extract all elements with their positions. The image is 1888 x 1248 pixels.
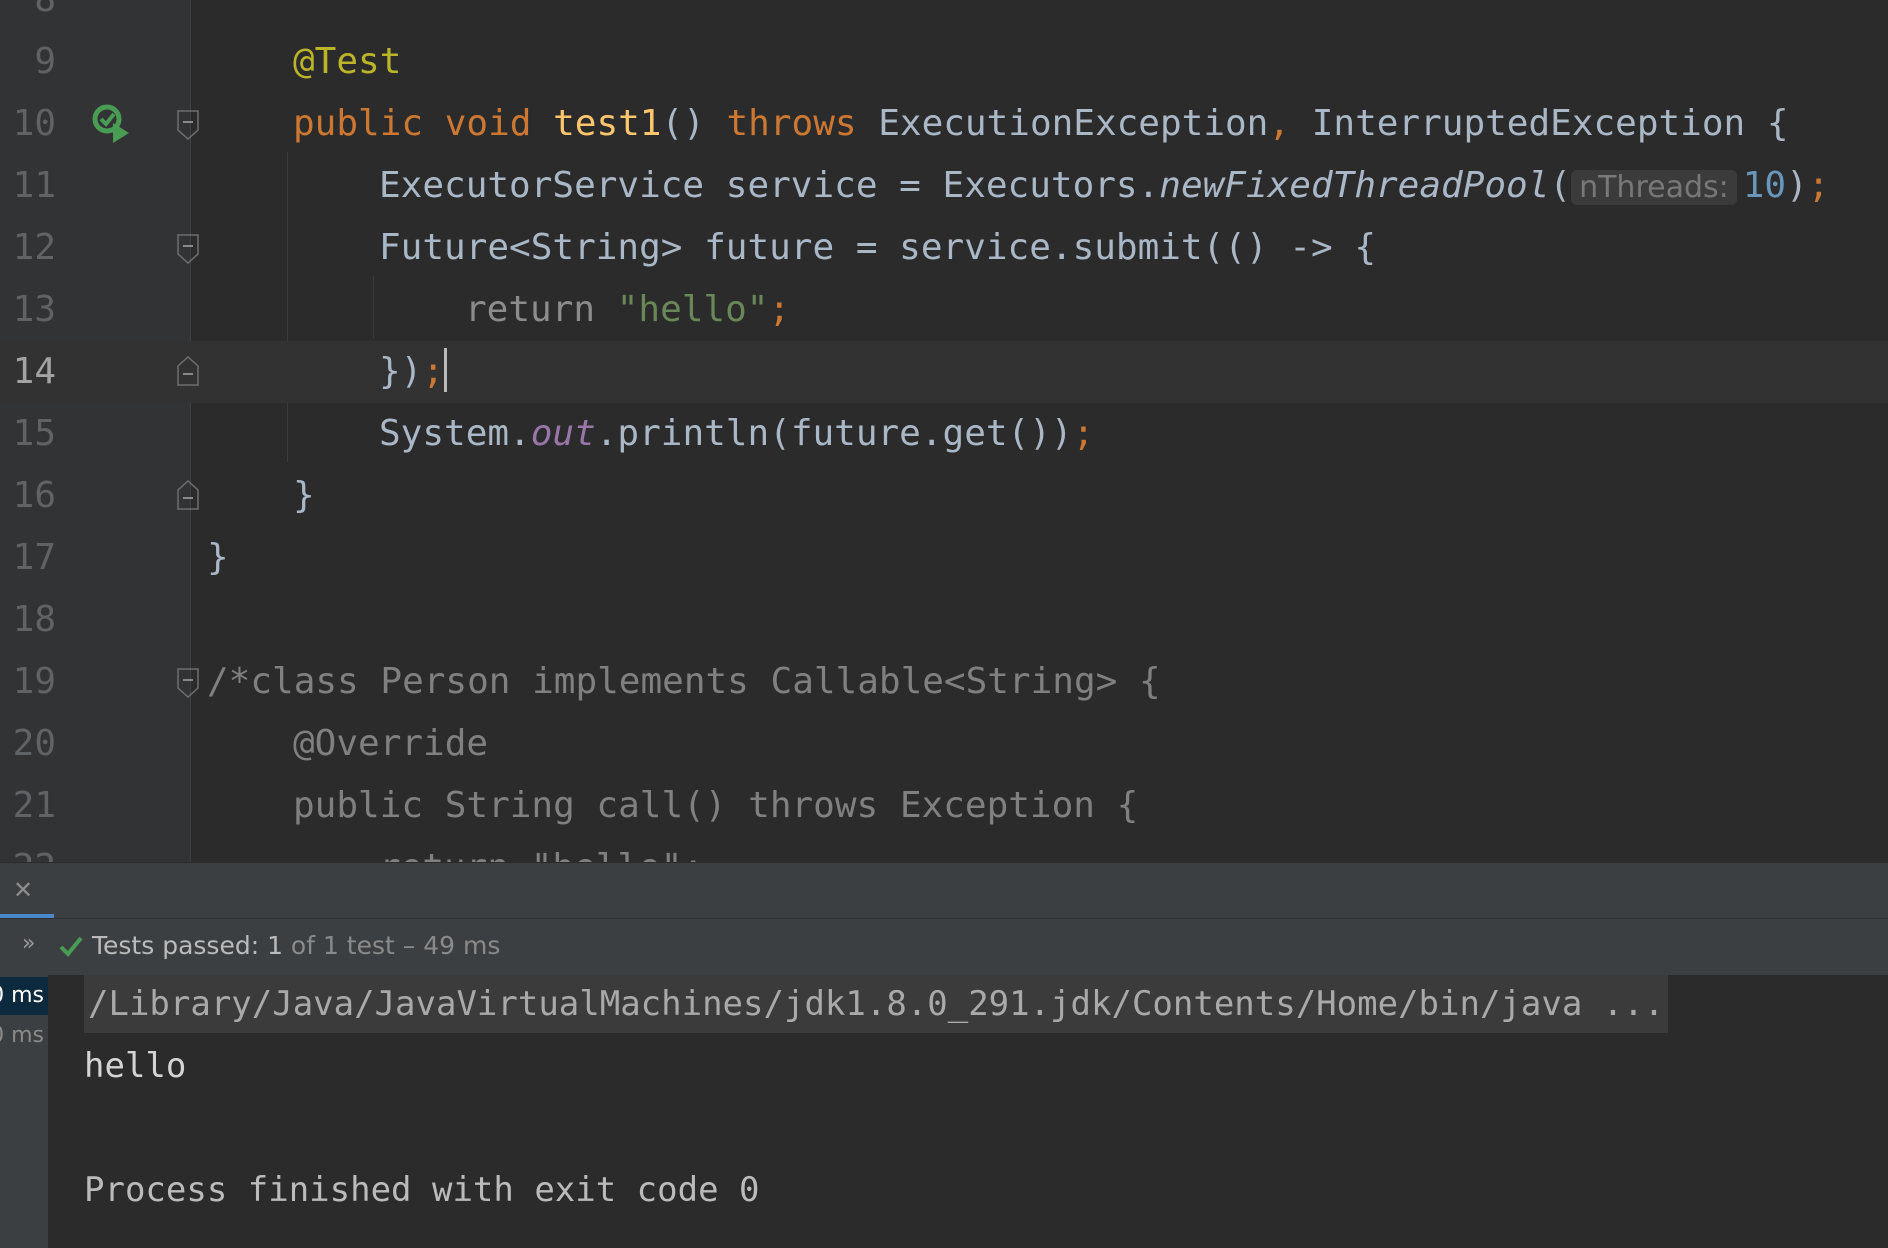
test-status-bar: » Tests passed: 1 of 1 test – 49 ms xyxy=(0,918,1888,976)
block-comment: /*class Person implements Callable<Strin… xyxy=(207,661,1161,702)
code-text: public void test1() throws ExecutionExce… xyxy=(293,93,1789,155)
fold-icon[interactable] xyxy=(177,234,199,264)
static-field: out xyxy=(530,413,596,454)
console-output[interactable]: /Library/Java/JavaVirtualMachines/jdk1.8… xyxy=(48,975,1888,1248)
line-number: 17 xyxy=(12,537,56,578)
line-number: 16 xyxy=(12,475,56,516)
method-name: test1 xyxy=(553,103,662,144)
keyword-return: return xyxy=(465,289,617,330)
code-text: @Test xyxy=(293,31,401,93)
block-comment: public String call() throws Exception { xyxy=(293,785,1139,826)
code-segment: ExecutorService service = Executors. xyxy=(379,165,1160,206)
line-number: 15 xyxy=(12,413,56,454)
open-paren: ( xyxy=(1549,165,1572,206)
code-text: }); xyxy=(379,341,448,403)
static-method: newFixedThreadPool xyxy=(1159,165,1550,206)
code-editor[interactable]: 8 9 @Test 10 public void test1() throws … xyxy=(0,0,1888,862)
code-segment: }) xyxy=(379,351,423,392)
code-line-22[interactable]: 22 return "hello"; xyxy=(0,837,1888,862)
passed-count: 1 xyxy=(267,931,283,960)
tree-item-root[interactable]: 0 ms xyxy=(0,977,48,1015)
exception-type: InterruptedException { xyxy=(1290,103,1789,144)
line-number: 19 xyxy=(12,661,56,702)
code-line-17[interactable]: 17 } xyxy=(0,527,1888,589)
block-comment: return "hello"; xyxy=(379,837,704,862)
keyword-throws: throws xyxy=(726,103,857,144)
code-line-19[interactable]: 19 /*class Person implements Callable<St… xyxy=(0,651,1888,713)
line-number: 18 xyxy=(12,599,56,640)
parameter-hint: nThreads: xyxy=(1571,170,1737,205)
line-number: 22 xyxy=(0,837,56,862)
tree-item-test[interactable]: 0 ms xyxy=(0,1017,48,1055)
code-line-20[interactable]: 20 @Override xyxy=(0,713,1888,775)
code-line-11[interactable]: 11 ExecutorService service = Executors.n… xyxy=(0,155,1888,217)
line-number: 8 xyxy=(0,0,56,31)
code-line-14[interactable]: 14 }); xyxy=(0,341,1888,403)
block-comment: @Override xyxy=(293,723,489,764)
code-line-9[interactable]: 9 @Test xyxy=(0,31,1888,93)
console-command-line[interactable]: /Library/Java/JavaVirtualMachines/jdk1.8… xyxy=(84,975,1669,1033)
code-segment: System. xyxy=(379,413,531,454)
check-icon xyxy=(59,936,83,957)
code-line-13[interactable]: 13 return "hello"; xyxy=(0,279,1888,341)
test-tree[interactable]: 0 ms 0 ms xyxy=(0,975,48,1248)
double-chevron-icon[interactable]: » xyxy=(22,931,35,956)
code-line-12[interactable]: 12 Future<String> future = service.submi… xyxy=(0,217,1888,279)
line-number: 21 xyxy=(12,785,56,826)
keyword: public void xyxy=(293,103,554,144)
comma: , xyxy=(1268,103,1291,144)
tests-passed-label: Tests passed: 1 of 1 test – 49 ms xyxy=(92,931,500,960)
semicolon: ; xyxy=(422,351,445,392)
code-text: } xyxy=(293,475,315,516)
line-number: 9 xyxy=(34,41,56,82)
fold-icon[interactable] xyxy=(177,668,199,698)
semicolon: ; xyxy=(768,289,791,330)
code-text: } xyxy=(207,537,229,578)
text-caret xyxy=(444,348,448,392)
test-annotation: @Test xyxy=(293,41,402,82)
line-number: 14 xyxy=(12,351,56,392)
code-text: ExecutorService service = Executors.newF… xyxy=(379,155,1829,219)
code-text: System.out.println(future.get()); xyxy=(379,403,1094,465)
code-text: Future<String> future = service.submit((… xyxy=(379,227,1376,268)
console-line: hello xyxy=(84,1046,187,1086)
close-icon[interactable]: ✕ xyxy=(13,876,33,904)
exception-type: ExecutionException xyxy=(856,103,1269,144)
line-number: 13 xyxy=(12,289,56,330)
close-paren: ) xyxy=(1786,165,1808,206)
console-line: Process finished with exit code 0 xyxy=(84,1170,760,1210)
line-number: 12 xyxy=(12,227,56,268)
line-number: 20 xyxy=(12,723,56,764)
semicolon: ; xyxy=(1072,413,1095,454)
parens: () xyxy=(661,103,727,144)
code-line-8[interactable]: 8 xyxy=(0,0,1888,31)
code-line-15[interactable]: 15 System.out.println(future.get()); xyxy=(0,403,1888,465)
code-segment: .println(future.get()) xyxy=(595,413,1073,454)
code-line-21[interactable]: 21 public String call() throws Exception… xyxy=(0,775,1888,837)
run-test-icon[interactable] xyxy=(91,103,131,143)
semicolon: ; xyxy=(1807,165,1830,206)
run-panel-header xyxy=(0,862,1888,919)
status-prefix: Tests passed: xyxy=(92,931,268,960)
code-line-10[interactable]: 10 public void test1() throws ExecutionE… xyxy=(0,93,1888,155)
fold-end-icon[interactable] xyxy=(177,480,199,510)
code-line-16[interactable]: 16 } xyxy=(0,465,1888,527)
line-number: 10 xyxy=(12,103,56,144)
string-literal: "hello" xyxy=(616,289,769,330)
number-literal: 10 xyxy=(1742,165,1787,206)
line-number: 11 xyxy=(12,165,56,206)
code-text: return "hello"; xyxy=(465,279,790,341)
status-suffix: of 1 test – 49 ms xyxy=(282,931,501,960)
fold-end-icon[interactable] xyxy=(177,356,199,386)
fold-icon[interactable] xyxy=(177,110,199,140)
code-line-18[interactable]: 18 xyxy=(0,589,1888,651)
